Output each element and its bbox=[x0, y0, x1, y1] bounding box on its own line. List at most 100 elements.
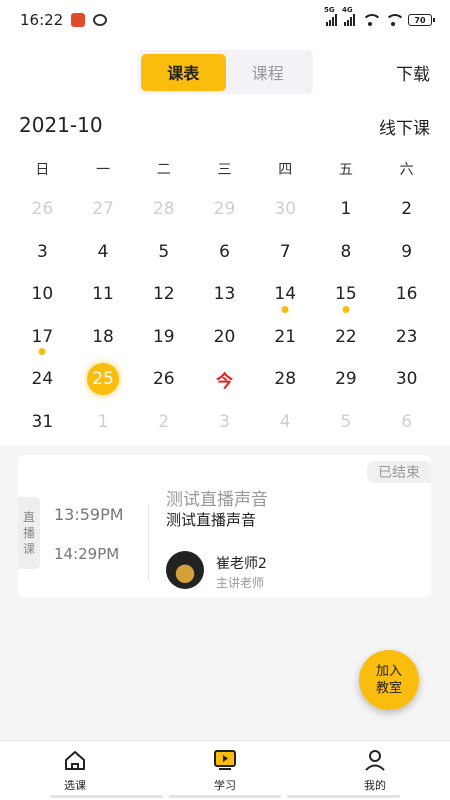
calendar-day[interactable]: 30 bbox=[255, 188, 316, 231]
calendar-day[interactable]: 23 bbox=[376, 316, 437, 359]
calendar-day[interactable]: 31 bbox=[12, 401, 73, 444]
status-left: 16:22 bbox=[20, 11, 108, 29]
calendar: 日一二三四五六 26 27 28 29 30 1 2 3 4 5 6 7 8 9 10 11 12 13 14 15 1… bbox=[12, 150, 437, 443]
calendar-day[interactable]: 15 bbox=[316, 273, 377, 316]
weekday-header: 日一二三四五六 bbox=[12, 150, 437, 188]
day-number: 28 bbox=[152, 199, 175, 220]
day-number: 18 bbox=[92, 326, 114, 347]
calendar-day[interactable]: 28 bbox=[255, 358, 316, 401]
calendar-day[interactable]: 24 bbox=[12, 358, 73, 401]
join-classroom-button[interactable]: 加入 教室 bbox=[359, 650, 419, 710]
calendar-day[interactable]: 26 bbox=[12, 188, 73, 231]
calendar-day[interactable]: 13 bbox=[194, 273, 255, 316]
nav-item-courses[interactable]: 选课 bbox=[0, 741, 150, 800]
person-icon bbox=[363, 749, 387, 771]
tag-char: 播 bbox=[22, 526, 35, 540]
tab-courses[interactable]: 课程 bbox=[226, 54, 311, 91]
calendar-day-selected[interactable]: 25 bbox=[73, 358, 134, 401]
calendar-day[interactable]: 26 bbox=[133, 358, 194, 401]
calendar-day[interactable]: 12 bbox=[133, 273, 194, 316]
calendar-day[interactable]: 2 bbox=[133, 401, 194, 444]
calendar-day[interactable]: 22 bbox=[316, 316, 377, 359]
calendar-day[interactable]: 21 bbox=[255, 316, 316, 359]
calendar-day[interactable]: 18 bbox=[73, 316, 134, 359]
day-number: 8 bbox=[340, 241, 352, 262]
day-number: 31 bbox=[31, 411, 54, 432]
tag-char: 直 bbox=[22, 510, 35, 524]
day-number: 2 bbox=[401, 199, 413, 220]
calendar-day[interactable]: 3 bbox=[194, 401, 255, 444]
calendar-day[interactable]: 6 bbox=[194, 231, 255, 274]
day-number: 26 bbox=[31, 199, 54, 220]
course-title: 测试直播声音 bbox=[166, 490, 268, 510]
weekday-label: 四 bbox=[278, 162, 293, 178]
calendar-day[interactable]: 4 bbox=[255, 401, 316, 444]
weekday-label: 三 bbox=[217, 162, 232, 178]
end-time: 14:29PM bbox=[54, 545, 120, 563]
day-number: 15 bbox=[335, 284, 357, 305]
calendar-day[interactable]: 1 bbox=[316, 188, 377, 231]
signal-5g-icon: 5G bbox=[324, 6, 337, 26]
day-number: 1 bbox=[97, 411, 109, 432]
status-bar: 16:22 5G 4G 70 bbox=[0, 0, 450, 40]
wifi-icon bbox=[362, 14, 382, 26]
calendar-day[interactable]: 27 bbox=[73, 188, 134, 231]
download-button[interactable]: 下载 bbox=[396, 60, 430, 85]
day-number: 16 bbox=[395, 284, 418, 305]
calendar-day[interactable]: 9 bbox=[376, 231, 437, 274]
day-number: 29 bbox=[335, 369, 357, 390]
calendar-day[interactable]: 1 bbox=[73, 401, 134, 444]
day-number: 21 bbox=[274, 326, 297, 347]
calendar-day[interactable]: 8 bbox=[316, 231, 377, 274]
calendar-day[interactable]: 20 bbox=[194, 316, 255, 359]
divider bbox=[148, 505, 149, 581]
calendar-day[interactable]: 6 bbox=[376, 401, 437, 444]
weekday-label: 五 bbox=[338, 162, 353, 178]
day-number: 6 bbox=[219, 241, 230, 262]
calendar-day[interactable]: 3 bbox=[12, 231, 73, 274]
wifi-icon-2 bbox=[385, 14, 405, 26]
day-number: 23 bbox=[395, 326, 418, 347]
day-number: 11 bbox=[92, 284, 114, 305]
calendar-day[interactable]: 29 bbox=[316, 358, 377, 401]
calendar-day[interactable]: 4 bbox=[73, 231, 134, 274]
app-notification-icon bbox=[71, 13, 86, 27]
calendar-day[interactable]: 30 bbox=[376, 358, 437, 401]
nav-item-me[interactable]: 我的 bbox=[300, 741, 450, 800]
calendar-day[interactable]: 29 bbox=[194, 188, 255, 231]
calendar-day-today[interactable]: 今 bbox=[194, 358, 255, 401]
start-time: 13:59PM bbox=[54, 505, 124, 524]
calendar-day[interactable]: 28 bbox=[133, 188, 194, 231]
calendar-day[interactable]: 2 bbox=[376, 188, 437, 231]
day-number: 20 bbox=[213, 326, 236, 347]
teacher-name: 崔老师2 bbox=[216, 556, 267, 572]
day-number: 6 bbox=[401, 411, 413, 432]
calendar-day[interactable]: 16 bbox=[376, 273, 437, 316]
calendar-day[interactable]: 10 bbox=[12, 273, 73, 316]
day-number: 今 bbox=[215, 371, 233, 392]
day-number: 3 bbox=[36, 241, 48, 262]
day-number: 30 bbox=[395, 369, 418, 390]
calendar-day[interactable]: 14 bbox=[255, 273, 316, 316]
day-number: 14 bbox=[274, 284, 297, 305]
nav-item-study[interactable]: 学习 bbox=[150, 741, 300, 800]
day-number: 22 bbox=[335, 326, 357, 347]
calendar-day[interactable]: 19 bbox=[133, 316, 194, 359]
calendar-day[interactable]: 17 bbox=[12, 316, 73, 359]
status-right: 5G 4G 70 bbox=[324, 6, 435, 26]
nav-label: 我的 bbox=[364, 778, 386, 792]
lesson-card[interactable]: 已结束 直 播 课 13:59PM 14:29PM 测试直播声音 测试直播声音 … bbox=[18, 455, 431, 597]
day-number: 5 bbox=[340, 411, 352, 432]
day-number: 25 bbox=[87, 363, 120, 396]
calendar-day[interactable]: 5 bbox=[316, 401, 377, 444]
day-number: 26 bbox=[152, 369, 175, 390]
day-number: 5 bbox=[158, 241, 170, 262]
offline-class-button[interactable]: 线下课 bbox=[379, 114, 430, 139]
study-icon bbox=[213, 749, 237, 771]
calendar-day[interactable]: 5 bbox=[133, 231, 194, 274]
calendar-day[interactable]: 11 bbox=[73, 273, 134, 316]
tab-schedule[interactable]: 课表 bbox=[141, 53, 226, 91]
month-title[interactable]: 2021-10 bbox=[19, 113, 103, 137]
weekday-label: 一 bbox=[96, 162, 111, 178]
calendar-day[interactable]: 7 bbox=[255, 231, 316, 274]
